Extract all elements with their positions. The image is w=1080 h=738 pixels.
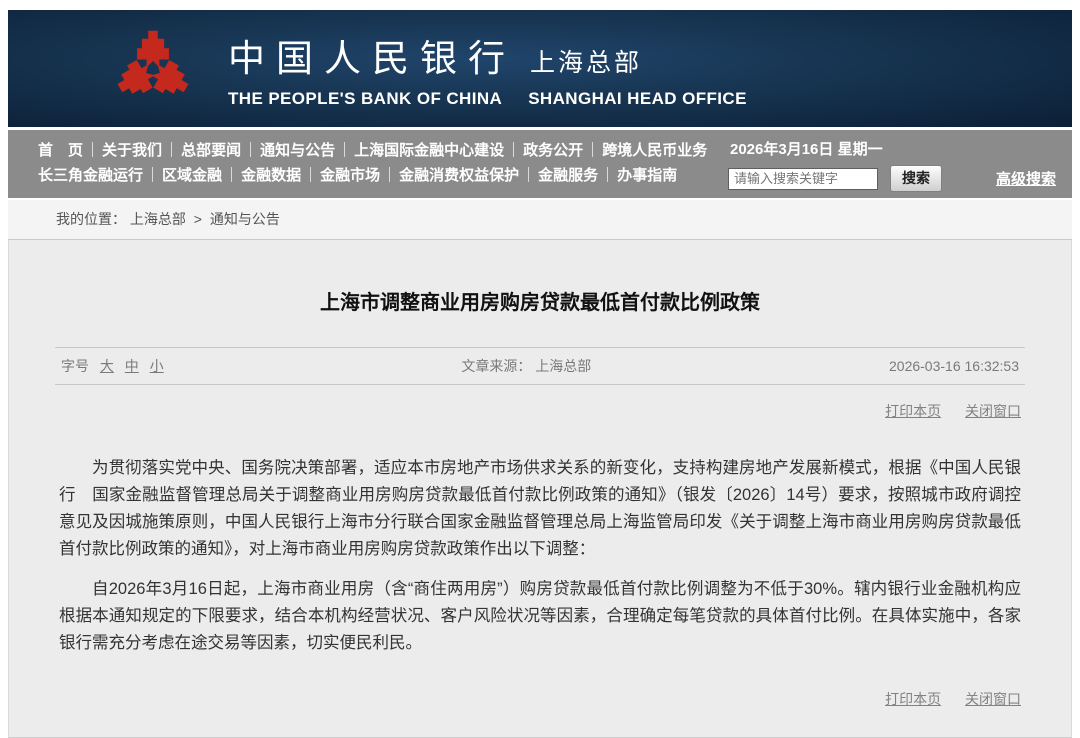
nav-item-cross-border-rmb[interactable]: 跨境人民币业务 xyxy=(602,142,707,159)
breadcrumb-item-head-office[interactable]: 上海总部 xyxy=(130,211,186,227)
close-window-link[interactable]: 关闭窗口 xyxy=(965,403,1021,419)
article-paragraph: 为贯彻落实党中央、国务院决策部署，适应本市房地产市场供求关系的新变化，支持构建房… xyxy=(59,455,1021,563)
search-bar: 搜索 高级搜索 xyxy=(728,165,1056,192)
nav-item-hq-news[interactable]: 总部要闻 xyxy=(181,142,241,159)
article-title: 上海市调整商业用房购房贷款最低首付款比例政策 xyxy=(49,240,1031,315)
font-size-label: 字号 xyxy=(61,358,89,374)
nav-right-panel: 2026年3月16日 星期一 搜索 高级搜索 xyxy=(728,138,1056,192)
header-banner: 中国人民银行 上海总部 THE PEOPLE'S BANK OF CHINA S… xyxy=(8,10,1072,127)
breadcrumb-item-notices[interactable]: 通知与公告 xyxy=(210,211,280,227)
print-page-link[interactable]: 打印本页 xyxy=(885,403,941,419)
article-actions-bottom: 打印本页 关闭窗口 xyxy=(59,689,1021,709)
nav-separator: ｜ xyxy=(382,167,397,184)
nav-separator: ｜ xyxy=(506,142,521,159)
pboc-emblem-icon xyxy=(112,26,194,112)
font-size-medium[interactable]: 中 xyxy=(125,358,139,374)
bank-name-en: THE PEOPLE'S BANK OF CHINA xyxy=(228,89,502,109)
nav-separator: ｜ xyxy=(521,167,536,184)
nav-separator: ｜ xyxy=(164,142,179,159)
nav-item-yangtze-finance[interactable]: 长三角金融运行 xyxy=(38,167,143,184)
nav-item-service-guide[interactable]: 办事指南 xyxy=(617,167,677,184)
breadcrumb-label: 我的位置： xyxy=(56,211,126,227)
nav-item-gov-disclosure[interactable]: 政务公开 xyxy=(523,142,583,159)
print-page-link[interactable]: 打印本页 xyxy=(885,691,941,707)
nav-separator: ｜ xyxy=(585,142,600,159)
article-source: 文章来源： 上海总部 xyxy=(164,356,889,376)
font-size-small[interactable]: 小 xyxy=(150,358,164,374)
office-name-cn: 上海总部 xyxy=(530,43,642,79)
advanced-search-link[interactable]: 高级搜索 xyxy=(996,168,1056,189)
current-date: 2026年3月16日 星期一 xyxy=(730,138,1056,159)
nav-item-financial-data[interactable]: 金融数据 xyxy=(241,167,301,184)
nav-separator: ｜ xyxy=(337,142,352,159)
article-paragraph: 自2026年3月16日起，上海市商业用房（含“商住两用房”）购房贷款最低首付款比… xyxy=(59,576,1021,657)
page: 中国人民银行 上海总部 THE PEOPLE'S BANK OF CHINA S… xyxy=(8,10,1072,738)
nav-separator: ｜ xyxy=(224,167,239,184)
article-container: 上海市调整商业用房购房贷款最低首付款比例政策 字号 大 中 小 文章来源： 上海… xyxy=(8,240,1072,738)
nav-separator: ｜ xyxy=(145,167,160,184)
article-meta-bar: 字号 大 中 小 文章来源： 上海总部 2026-03-16 16:32:53 xyxy=(55,347,1025,385)
breadcrumb-separator: > xyxy=(194,211,202,227)
nav-separator: ｜ xyxy=(243,142,258,159)
nav-item-regional-finance[interactable]: 区域金融 xyxy=(162,167,222,184)
nav-separator: ｜ xyxy=(303,167,318,184)
article-actions-top: 打印本页 关闭窗口 xyxy=(59,401,1021,421)
article-body: 为贯彻落实党中央、国务院决策部署，适应本市房地产市场供求关系的新变化，支持构建房… xyxy=(59,455,1021,657)
source-label: 文章来源： xyxy=(461,358,531,374)
nav-item-home[interactable]: 首 页 xyxy=(38,142,83,159)
nav-item-financial-markets[interactable]: 金融市场 xyxy=(320,167,380,184)
main-nav: 首 页｜关于我们｜总部要闻｜通知与公告｜上海国际金融中心建设｜政务公开｜跨境人民… xyxy=(8,130,1072,198)
source-value: 上海总部 xyxy=(535,358,591,374)
breadcrumb: 我的位置： 上海总部 > 通知与公告 xyxy=(8,200,1072,240)
nav-item-consumer-protection[interactable]: 金融消费权益保护 xyxy=(399,167,519,184)
close-window-link[interactable]: 关闭窗口 xyxy=(965,691,1021,707)
search-input[interactable] xyxy=(728,168,878,190)
font-size-large[interactable]: 大 xyxy=(100,358,114,374)
bank-name-cn: 中国人民银行 xyxy=(228,28,516,82)
nav-item-intl-finance-center[interactable]: 上海国际金融中心建设 xyxy=(354,142,504,159)
nav-item-notices[interactable]: 通知与公告 xyxy=(260,142,335,159)
font-size-control: 字号 大 中 小 xyxy=(61,356,164,376)
nav-item-about[interactable]: 关于我们 xyxy=(102,142,162,159)
nav-separator: ｜ xyxy=(600,167,615,184)
brand-block: 中国人民银行 上海总部 THE PEOPLE'S BANK OF CHINA S… xyxy=(228,28,747,109)
search-button[interactable]: 搜索 xyxy=(890,165,942,192)
office-name-en: SHANGHAI HEAD OFFICE xyxy=(528,89,747,109)
nav-separator: ｜ xyxy=(85,142,100,159)
nav-item-financial-services[interactable]: 金融服务 xyxy=(538,167,598,184)
article-datetime: 2026-03-16 16:32:53 xyxy=(889,358,1019,374)
